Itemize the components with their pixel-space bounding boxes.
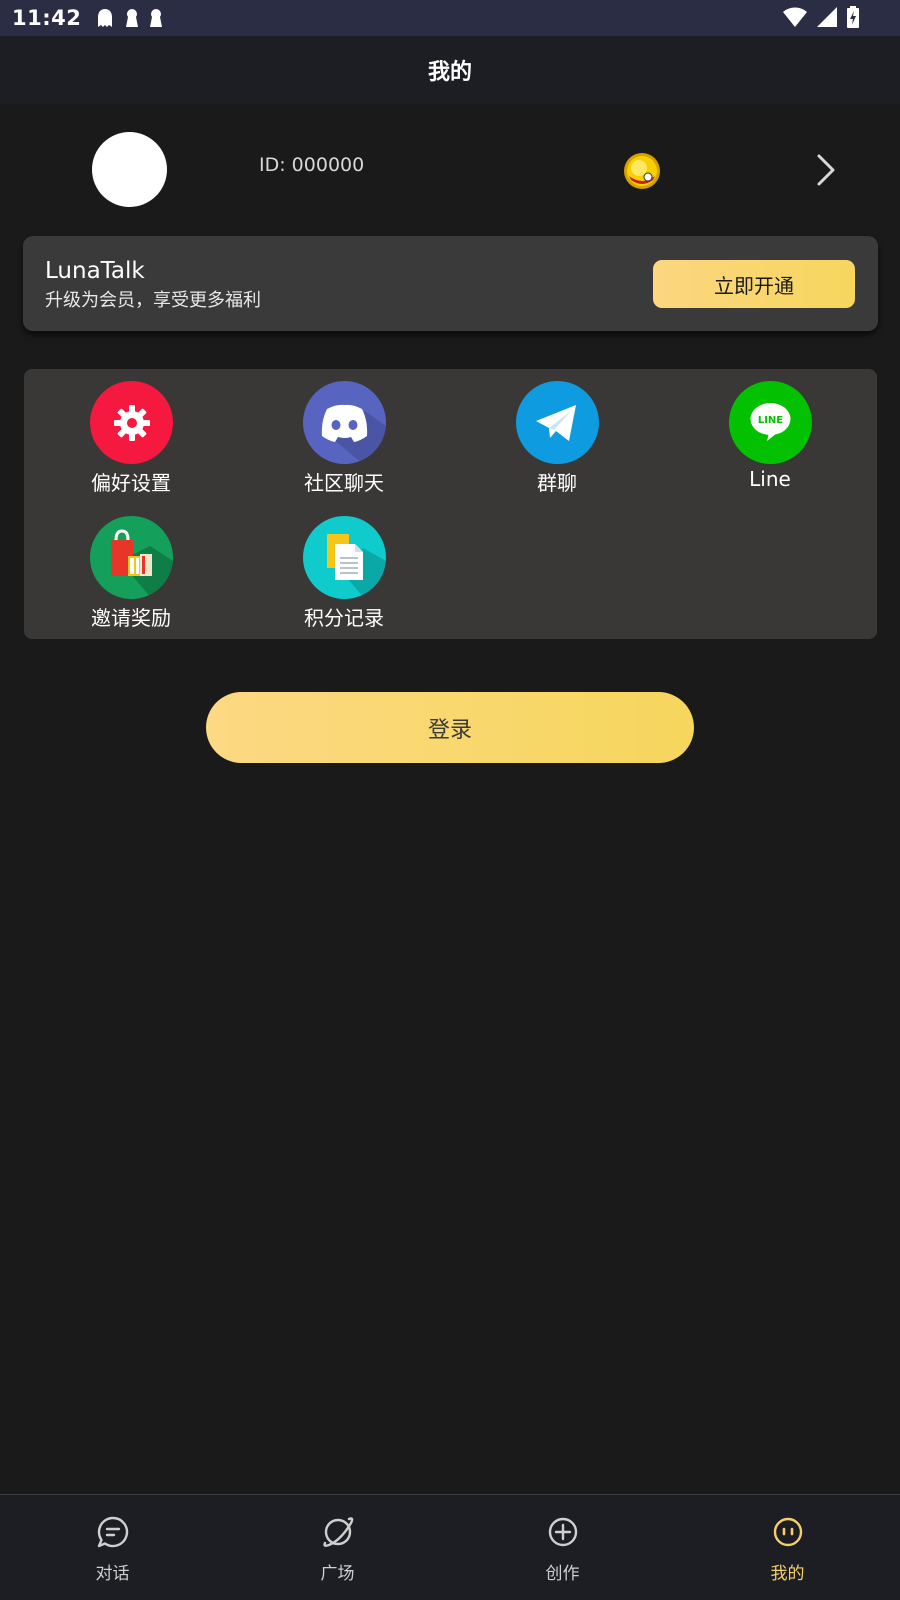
chat-icon	[97, 1516, 128, 1548]
feature-label: 积分记录	[304, 606, 384, 630]
feature-item-invite-rewards[interactable]: 邀请奖励	[51, 504, 211, 630]
feature-item-preferences[interactable]: 偏好设置	[51, 369, 211, 495]
nav-label: 我的	[770, 1564, 805, 1584]
notification-icons	[95, 8, 163, 28]
ghost-icon	[98, 9, 113, 27]
battery-icon	[847, 6, 859, 28]
nav-label: 创作	[545, 1564, 580, 1584]
nav-item-create[interactable]: 创作	[450, 1495, 675, 1600]
status-bar: 11:42	[0, 0, 900, 36]
plus-circle-icon	[548, 1517, 577, 1547]
discord-icon	[303, 381, 386, 464]
chevron-right-icon[interactable]	[815, 152, 839, 188]
feature-item-points-history[interactable]: 积分记录	[264, 504, 424, 630]
document-icon	[303, 516, 386, 599]
system-icons	[782, 6, 860, 28]
nav-item-mine[interactable]: 我的	[675, 1495, 900, 1600]
profile-row[interactable]: ID: 000000	[0, 104, 900, 234]
coin-icon	[624, 153, 660, 189]
activate-vip-button[interactable]: 立即开通	[653, 260, 855, 308]
smiley-icon	[773, 1517, 802, 1547]
keyhole-icon	[126, 9, 139, 27]
feature-label: 群聊	[537, 471, 577, 495]
feature-item-community-chat[interactable]: 社区聊天	[264, 369, 424, 495]
page-title: 我的	[427, 60, 472, 85]
feature-item-line[interactable]: LINE Line	[690, 369, 850, 491]
shopping-bag-icon	[90, 516, 173, 599]
feature-label: 邀请奖励	[91, 606, 171, 630]
vip-card: LunaTalk 升级为会员，享受更多福利 立即开通	[23, 236, 878, 331]
gear-icon	[90, 381, 173, 464]
user-id: ID: 000000	[259, 154, 365, 176]
vip-title: LunaTalk	[45, 258, 145, 284]
line-icon: LINE	[729, 381, 812, 464]
feature-item-group-chat[interactable]: 群聊	[477, 369, 637, 495]
feature-label: 偏好设置	[91, 471, 171, 495]
svg-text:LINE: LINE	[758, 415, 783, 426]
nav-label: 对话	[95, 1564, 130, 1584]
avatar[interactable]	[92, 132, 167, 207]
telegram-icon	[516, 381, 599, 464]
signal-icon	[817, 7, 837, 27]
nav-item-chat[interactable]: 对话	[0, 1495, 225, 1600]
planet-icon	[322, 1517, 353, 1547]
login-button[interactable]: 登录	[206, 692, 694, 763]
wifi-icon	[783, 7, 807, 27]
vip-subtitle: 升级为会员，享受更多福利	[45, 290, 261, 311]
feature-label: 社区聊天	[304, 471, 384, 495]
keyhole-icon-2	[150, 9, 163, 27]
feature-grid: 偏好设置 社区聊天 群聊 LINE Line 邀请奖励 积分记录	[24, 369, 877, 639]
feature-label: Line	[749, 467, 791, 491]
page-header: 我的	[0, 36, 900, 104]
status-time: 11:42	[12, 6, 82, 30]
nav-label: 广场	[320, 1564, 355, 1584]
nav-item-square[interactable]: 广场	[225, 1495, 450, 1600]
bottom-nav: 对话 广场 创作 我的	[0, 1494, 900, 1600]
